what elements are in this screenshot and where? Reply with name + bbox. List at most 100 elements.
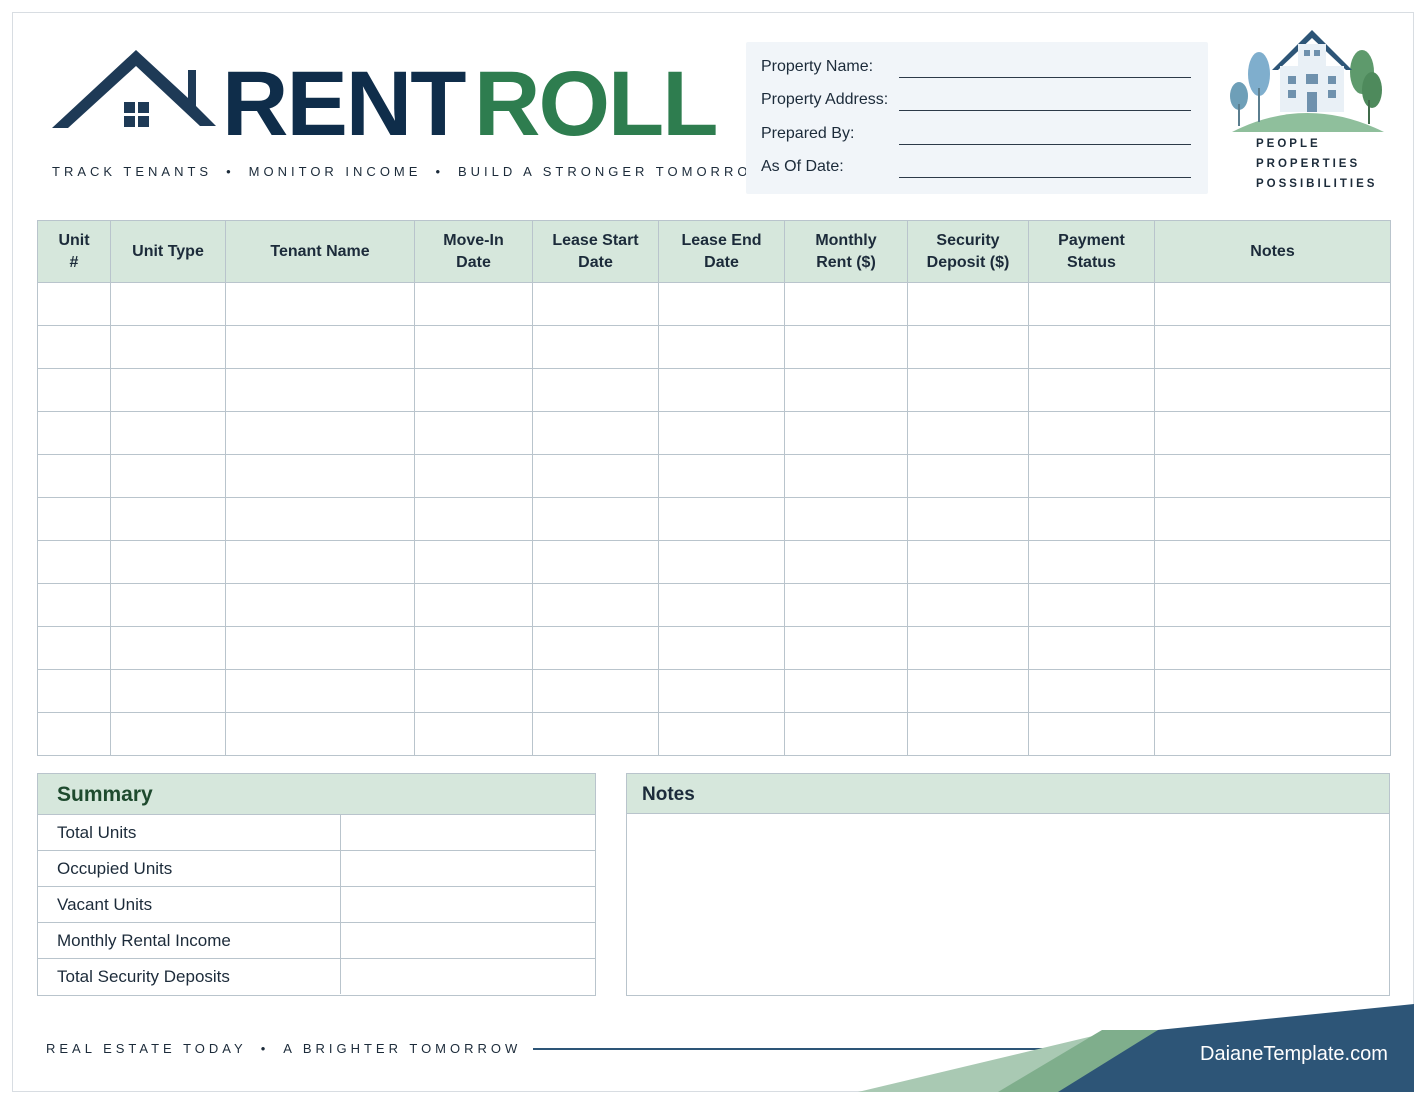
table-cell[interactable] <box>1028 583 1155 627</box>
table-cell[interactable] <box>658 411 785 455</box>
property-address-row[interactable]: Property Address: <box>761 91 1191 115</box>
table-cell[interactable] <box>414 282 533 326</box>
table-cell[interactable] <box>110 411 226 455</box>
table-cell[interactable] <box>37 583 111 627</box>
table-cell[interactable] <box>37 669 111 713</box>
table-cell[interactable] <box>907 497 1029 541</box>
table-cell[interactable] <box>658 669 785 713</box>
summary-value-cell[interactable] <box>341 815 595 850</box>
table-cell[interactable] <box>414 368 533 412</box>
table-cell[interactable] <box>658 583 785 627</box>
table-cell[interactable] <box>1028 282 1155 326</box>
table-cell[interactable] <box>532 368 659 412</box>
table-cell[interactable] <box>414 454 533 498</box>
table-cell[interactable] <box>532 325 659 369</box>
table-cell[interactable] <box>907 325 1029 369</box>
prepared-by-row[interactable]: Prepared By: <box>761 125 1191 149</box>
table-cell[interactable] <box>1154 626 1391 670</box>
table-cell[interactable] <box>1028 540 1155 584</box>
table-cell[interactable] <box>907 669 1029 713</box>
table-cell[interactable] <box>110 712 226 756</box>
table-cell[interactable] <box>110 497 226 541</box>
table-cell[interactable] <box>414 626 533 670</box>
table-cell[interactable] <box>1154 540 1391 584</box>
table-cell[interactable] <box>1154 712 1391 756</box>
property-name-row[interactable]: Property Name: <box>761 58 1191 82</box>
table-cell[interactable] <box>658 454 785 498</box>
table-cell[interactable] <box>1154 583 1391 627</box>
table-cell[interactable] <box>907 454 1029 498</box>
table-cell[interactable] <box>414 669 533 713</box>
as-of-date-field[interactable] <box>899 177 1191 178</box>
table-cell[interactable] <box>784 712 908 756</box>
table-cell[interactable] <box>532 497 659 541</box>
table-cell[interactable] <box>658 626 785 670</box>
table-cell[interactable] <box>110 282 226 326</box>
table-cell[interactable] <box>37 626 111 670</box>
as-of-date-row[interactable]: As Of Date: <box>761 158 1191 182</box>
table-cell[interactable] <box>110 626 226 670</box>
table-cell[interactable] <box>110 540 226 584</box>
table-cell[interactable] <box>110 325 226 369</box>
table-cell[interactable] <box>110 454 226 498</box>
table-cell[interactable] <box>1028 325 1155 369</box>
property-name-field[interactable] <box>899 77 1191 78</box>
table-cell[interactable] <box>225 626 415 670</box>
table-cell[interactable] <box>1028 368 1155 412</box>
table-cell[interactable] <box>784 669 908 713</box>
table-cell[interactable] <box>37 454 111 498</box>
table-cell[interactable] <box>225 454 415 498</box>
table-cell[interactable] <box>784 626 908 670</box>
table-cell[interactable] <box>37 411 111 455</box>
table-cell[interactable] <box>784 497 908 541</box>
table-cell[interactable] <box>532 583 659 627</box>
table-cell[interactable] <box>225 497 415 541</box>
summary-value-cell[interactable] <box>341 851 595 886</box>
table-cell[interactable] <box>225 583 415 627</box>
summary-value-cell[interactable] <box>341 887 595 922</box>
table-cell[interactable] <box>532 626 659 670</box>
table-cell[interactable] <box>658 282 785 326</box>
table-cell[interactable] <box>414 540 533 584</box>
table-cell[interactable] <box>1154 669 1391 713</box>
table-cell[interactable] <box>1028 626 1155 670</box>
table-cell[interactable] <box>37 540 111 584</box>
table-cell[interactable] <box>1154 497 1391 541</box>
summary-value-cell[interactable] <box>341 959 595 994</box>
table-cell[interactable] <box>225 368 415 412</box>
table-cell[interactable] <box>658 325 785 369</box>
table-cell[interactable] <box>784 540 908 584</box>
table-cell[interactable] <box>37 497 111 541</box>
table-cell[interactable] <box>414 411 533 455</box>
table-cell[interactable] <box>225 282 415 326</box>
table-cell[interactable] <box>225 411 415 455</box>
table-cell[interactable] <box>1028 411 1155 455</box>
table-cell[interactable] <box>907 583 1029 627</box>
table-cell[interactable] <box>532 454 659 498</box>
table-cell[interactable] <box>414 712 533 756</box>
table-cell[interactable] <box>225 540 415 584</box>
table-cell[interactable] <box>907 712 1029 756</box>
table-cell[interactable] <box>1028 669 1155 713</box>
table-cell[interactable] <box>225 325 415 369</box>
table-cell[interactable] <box>532 540 659 584</box>
table-cell[interactable] <box>532 411 659 455</box>
table-cell[interactable] <box>414 583 533 627</box>
table-cell[interactable] <box>1028 712 1155 756</box>
table-cell[interactable] <box>784 325 908 369</box>
table-cell[interactable] <box>37 712 111 756</box>
table-cell[interactable] <box>532 282 659 326</box>
table-cell[interactable] <box>1154 325 1391 369</box>
table-cell[interactable] <box>784 282 908 326</box>
table-cell[interactable] <box>907 282 1029 326</box>
table-cell[interactable] <box>658 497 785 541</box>
table-cell[interactable] <box>1154 282 1391 326</box>
table-cell[interactable] <box>907 626 1029 670</box>
table-cell[interactable] <box>414 325 533 369</box>
table-cell[interactable] <box>110 669 226 713</box>
summary-value-cell[interactable] <box>341 923 595 958</box>
property-address-field[interactable] <box>899 110 1191 111</box>
table-cell[interactable] <box>784 411 908 455</box>
table-cell[interactable] <box>1028 497 1155 541</box>
notes-area[interactable] <box>627 814 1389 995</box>
